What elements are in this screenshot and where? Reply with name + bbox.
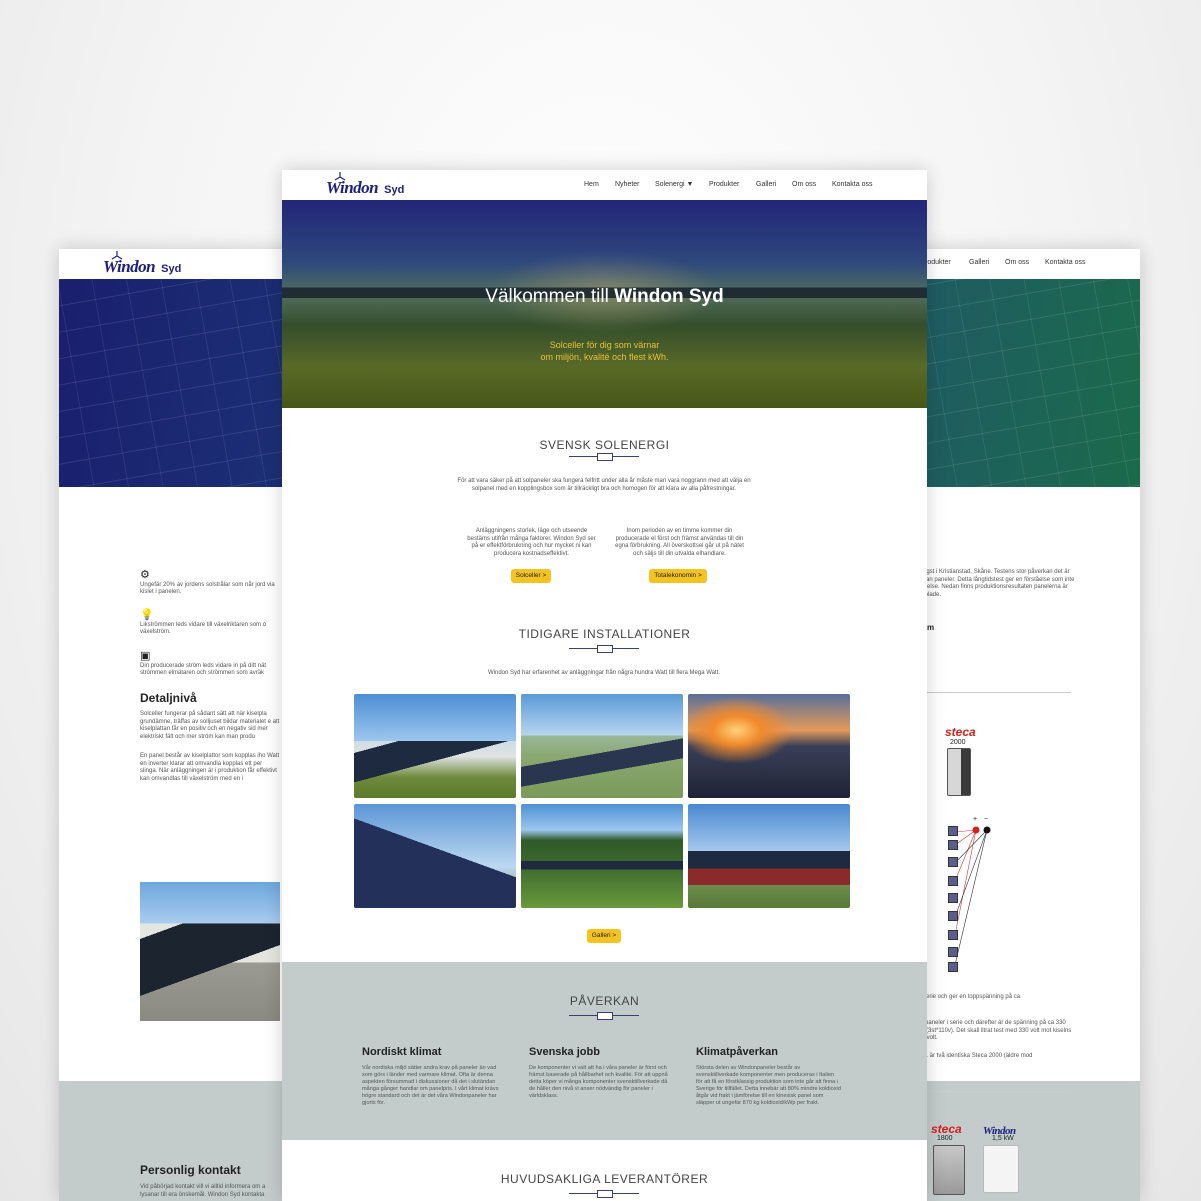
nav-hem[interactable]: Hem (584, 181, 599, 188)
panel-module (948, 962, 958, 972)
divider (915, 1091, 1071, 1092)
nav-om-oss[interactable]: Om oss (1005, 259, 1029, 266)
front-page: Windon Syd Hem Nyheter Solenergi ▼ Produ… (282, 170, 927, 1201)
section-title-paverkan: PÅVERKAN (569, 994, 640, 1008)
barn-photo (140, 882, 280, 1021)
panel-module (948, 947, 958, 957)
panel-module (948, 930, 958, 940)
bulb-icon: 💡 (140, 609, 154, 621)
panel-module (948, 876, 958, 886)
nav-galleri[interactable]: Galleri (969, 259, 989, 266)
contact-heading: Personlig kontakt (140, 1163, 241, 1177)
solceller-button[interactable]: Solceller > (511, 569, 551, 583)
nav-nyheter[interactable]: Nyheter (615, 181, 640, 188)
panel-module (948, 911, 958, 921)
panel-module (948, 893, 958, 903)
main-nav: Windon Syd Hem Nyheter Solenergi ▼ Produ… (282, 170, 927, 200)
nav-kontakta-oss[interactable]: Kontakta oss (832, 181, 872, 188)
section-divider (569, 1011, 639, 1020)
test-text: e i serie och ger en toppspänning på ca (915, 994, 1021, 1000)
col-text-klimat: Största delen av Windonpaneler består av… (696, 1065, 841, 1106)
col-head-svenska: Svenska jobb (529, 1046, 600, 1058)
section-title-leverantorer: HUVUDSAKLIGA LEVERANTÖRER (500, 1172, 709, 1186)
panel-module (948, 857, 958, 867)
inverter-model: 1,5 kW (992, 1135, 1014, 1142)
nav-kontakta-oss[interactable]: Kontakta oss (1045, 259, 1085, 266)
info-item: ▣ Din producerade ström leds vidare in p… (140, 650, 280, 678)
detail-text: En panel består av kiselplattor som kopp… (140, 753, 280, 782)
detail-text: Solceller fungerar på sådant sätt att nä… (140, 711, 280, 740)
panel-module (948, 826, 958, 836)
nav-solenergi[interactable]: Solenergi ▼ (655, 181, 693, 188)
section-divider (569, 452, 639, 461)
installation-photo[interactable] (521, 804, 683, 908)
installation-photo[interactable] (688, 694, 850, 798)
inverter-model: 1800 (937, 1135, 953, 1142)
steca-logo: steca (931, 1122, 962, 1136)
test-text: e 3 paneler i serie och därefter är de s… (915, 1020, 1072, 1041)
inverter-image (933, 1145, 965, 1195)
section-title-installationer: TIDIGARE INSTALLATIONER (518, 627, 691, 641)
svensk-intro: För att vara säker på att solpaneler ska… (457, 478, 751, 492)
plus-label: + (973, 816, 978, 823)
section-divider (569, 644, 639, 653)
nav-produkter[interactable]: rodukter (925, 259, 951, 266)
inverter-image (983, 1145, 1019, 1193)
col-text-svenska: De komponenter vi valt att ha i våra pan… (529, 1065, 668, 1099)
test-text: est 1 är två identiska Steca 2000 (äldre… (915, 1053, 1033, 1059)
installation-photo[interactable] (521, 694, 683, 798)
panel-module (948, 840, 958, 850)
contact-text: Vid påbörjad kontakt vill vi alltid info… (140, 1184, 266, 1198)
svensk-right-text: Inom perioden av en timme kommer din pro… (615, 528, 744, 557)
col-text-nordiskt: Vår nordiska miljö sätter andra krav på … (362, 1065, 499, 1106)
totalekonomin-button[interactable]: Totalekonomin > (649, 569, 707, 583)
inverter-image (947, 748, 971, 796)
site-logo[interactable]: Windon Syd (326, 172, 404, 198)
windmill-icon (111, 251, 123, 260)
minus-label: − (984, 816, 989, 823)
divider (915, 692, 1071, 693)
nav-om-oss[interactable]: Om oss (792, 181, 816, 188)
installs-intro: Windon Syd har erfarenhet av anläggninga… (487, 670, 720, 676)
film-link[interactable]: nfilm (915, 624, 1075, 632)
hero-banner: Välkommen till Windon Syd Solceller för … (282, 200, 927, 408)
col-head-nordiskt: Nordiskt klimat (362, 1046, 442, 1058)
svensk-left-text: Anläggningens storlek, läge och utseende… (467, 528, 596, 557)
inverter-model: 2000 (950, 739, 966, 746)
section-divider (569, 1189, 639, 1198)
background-logo[interactable]: Windon Syd (103, 251, 181, 277)
installation-photo[interactable] (354, 804, 516, 908)
hero-title: Välkommen till Windon Syd (485, 286, 724, 307)
windmill-icon (334, 172, 346, 181)
hero-subtitle: Solceller för dig som värnar (549, 340, 660, 350)
nav-galleri[interactable]: Galleri (756, 181, 776, 188)
section-title-svensk: SVENSK SOLENERGI (539, 438, 670, 452)
steca-logo: steca (945, 725, 976, 739)
col-head-klimat: Klimatpåverkan (696, 1046, 778, 1058)
galleri-button[interactable]: Galleri > (587, 929, 621, 943)
installation-photo[interactable] (688, 804, 850, 908)
info-item: ⚙ Ungefär 20% av jordens solstrålar som … (140, 569, 280, 597)
info-item: 💡 Likströmmen leds vidare till växelrikt… (140, 609, 280, 637)
hero-subtitle: om miljön, kvalité och flest kWh. (540, 352, 669, 362)
gear-icon: ⚙ (140, 569, 150, 581)
detail-heading: Detaljnivå (140, 691, 197, 705)
test-text: eläggst i Kristianstad, Skåne. Testens s… (915, 569, 1075, 598)
installation-photo[interactable] (354, 694, 516, 798)
money-icon: ▣ (140, 650, 151, 662)
nav-produkter[interactable]: Produkter (709, 181, 739, 188)
